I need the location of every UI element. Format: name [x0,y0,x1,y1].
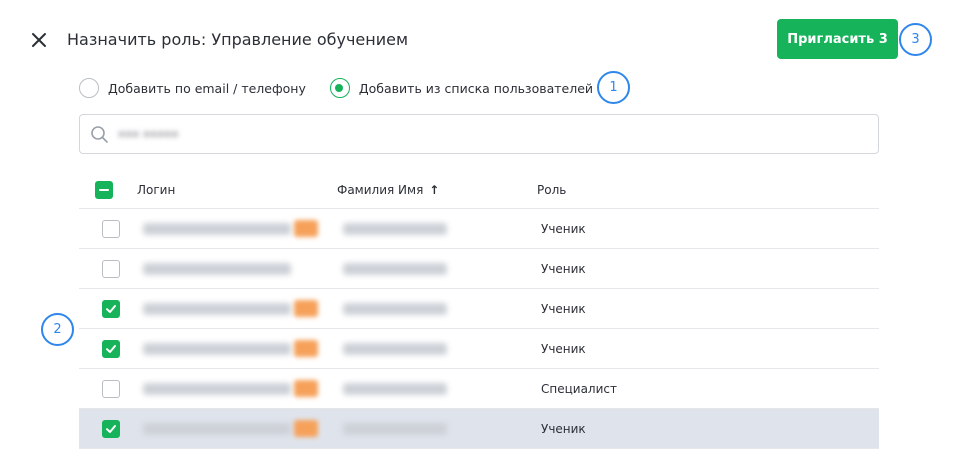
role-value: Ученик [541,302,586,316]
row-checkbox[interactable] [102,380,120,398]
checkmark-icon [106,345,116,353]
login-tag-redacted [294,220,318,237]
column-header-role[interactable]: Роль [537,183,566,197]
role-value: Ученик [541,262,586,276]
search-input[interactable] [118,124,858,146]
invite-button[interactable]: Пригласить 3 [777,19,898,59]
table-body: Ученик Ученик Ученик Ученик Специалист Ученик [79,209,879,449]
add-mode-radio-group: Добавить по email / телефону Добавить из… [79,78,617,98]
login-tag-redacted [294,340,318,357]
sort-up-arrow-icon: ↑ [429,183,440,197]
step-badge-2: 2 [41,313,74,346]
row-checkbox[interactable] [102,340,120,358]
page-title: Назначить роль: Управление обучением [67,30,409,49]
row-checkbox[interactable] [102,420,120,438]
minus-icon [99,189,109,191]
login-value-redacted [143,263,291,275]
row-checkbox[interactable] [102,220,120,238]
role-value: Ученик [541,222,586,236]
radio-email-phone[interactable] [79,78,99,98]
login-value-redacted [143,423,291,435]
table-row[interactable]: Ученик [79,409,879,449]
row-checkbox[interactable] [102,260,120,278]
checkmark-icon [106,305,116,313]
radio-user-list[interactable] [329,78,350,98]
login-tag-redacted [294,420,318,437]
select-all-checkbox[interactable] [95,181,113,199]
search-icon [91,126,108,143]
radio-option-user-list[interactable]: Добавить из списка пользователей [329,78,594,98]
row-checkbox[interactable] [102,300,120,318]
login-value-redacted [143,303,291,315]
full-name-value-redacted [343,303,447,315]
login-value-redacted [143,383,291,395]
full-name-value-redacted [343,383,447,395]
column-header-name[interactable]: Фамилия Имя ↑ [337,183,439,197]
login-tag-redacted [294,380,318,397]
users-table: Логин Фамилия Имя ↑ Роль Ученик Ученик Уче… [79,170,879,449]
column-header-login[interactable]: Логин [137,183,175,197]
table-header: Логин Фамилия Имя ↑ Роль [79,170,879,209]
close-icon[interactable] [28,29,50,51]
role-value: Ученик [541,422,586,436]
role-value: Ученик [541,342,586,356]
full-name-value-redacted [343,223,447,235]
login-value-redacted [143,223,291,235]
radio-option-email-phone[interactable]: Добавить по email / телефону [79,78,306,98]
column-header-name-label: Фамилия Имя [337,183,424,197]
table-row[interactable]: Ученик [79,329,879,369]
login-tag-redacted [294,300,318,317]
role-value: Специалист [541,382,617,396]
table-row[interactable]: Ученик [79,249,879,289]
table-row[interactable]: Ученик [79,209,879,249]
radio-label-user-list: Добавить из списка пользователей [358,80,594,96]
table-row[interactable]: Ученик [79,289,879,329]
table-row[interactable]: Специалист [79,369,879,409]
login-value-redacted [143,343,291,355]
full-name-value-redacted [343,343,447,355]
full-name-value-redacted [343,263,447,275]
radio-label-email-phone: Добавить по email / телефону [108,80,306,96]
full-name-value-redacted [343,423,447,435]
search-box [79,114,879,154]
step-badge-3: 3 [899,23,932,56]
checkmark-icon [106,425,116,433]
